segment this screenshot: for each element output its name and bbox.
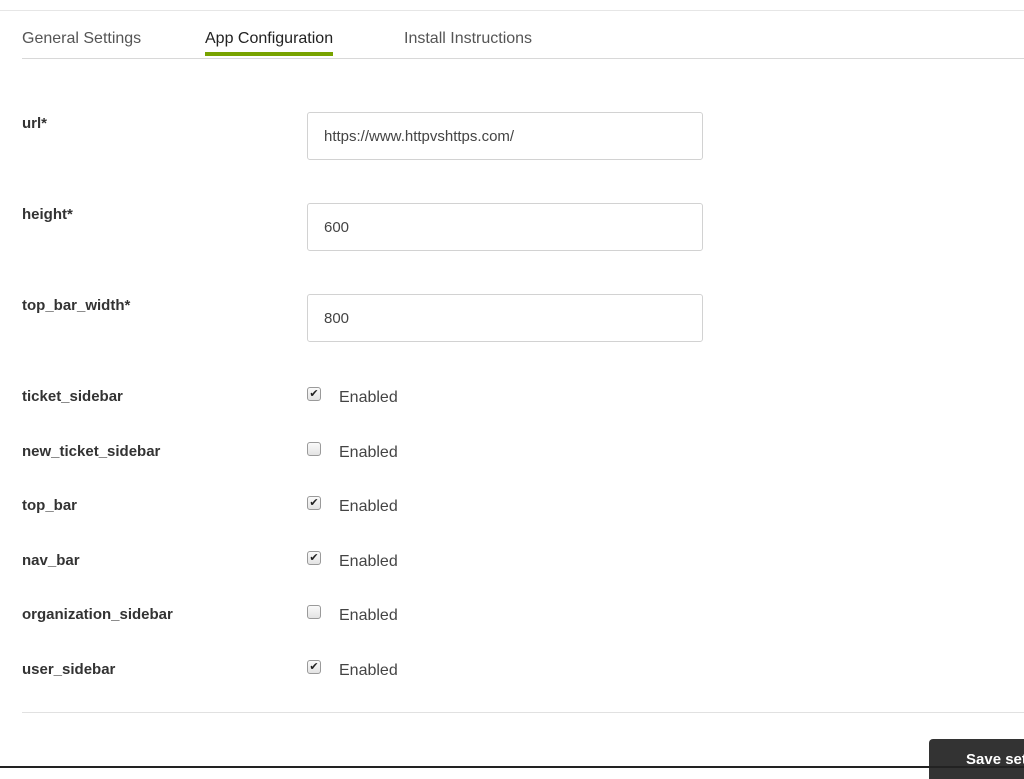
top-bar-width-label: top_bar_width* — [22, 297, 131, 314]
height-label: height* — [22, 206, 73, 223]
new-ticket-sidebar-label: new_ticket_sidebar — [22, 443, 161, 460]
url-label: url* — [22, 115, 48, 132]
tab-bar: General Settings App Configuration Insta… — [22, 0, 1024, 59]
height-input[interactable] — [307, 203, 703, 251]
nav-bar-checkbox[interactable]: ✔ — [307, 551, 321, 565]
tab-app-configuration[interactable]: App Configuration — [205, 30, 334, 56]
user-sidebar-label: user_sidebar — [22, 661, 116, 678]
bottom-divider — [22, 712, 1024, 713]
checkmark-icon: ✔ — [309, 497, 319, 509]
organization-sidebar-enabled-text: Enabled — [339, 607, 398, 624]
organization-sidebar-label: organization_sidebar — [22, 606, 173, 623]
tab-general-settings[interactable]: General Settings — [22, 30, 141, 48]
ticket-sidebar-enabled-text: Enabled — [339, 389, 398, 406]
checkmark-icon: ✔ — [309, 661, 319, 673]
top-bar-width-input[interactable] — [307, 294, 703, 342]
top-bar-label: top_bar — [22, 497, 78, 514]
ticket-sidebar-label: ticket_sidebar — [22, 388, 123, 405]
user-sidebar-enabled-text: Enabled — [339, 662, 398, 679]
new-ticket-sidebar-enabled-text: Enabled — [339, 444, 398, 461]
organization-sidebar-checkbox[interactable] — [307, 605, 321, 619]
user-sidebar-checkbox[interactable]: ✔ — [307, 660, 321, 674]
checkmark-icon: ✔ — [309, 388, 319, 400]
checkmark-icon: ✔ — [309, 552, 319, 564]
top-bar-enabled-text: Enabled — [339, 498, 398, 515]
new-ticket-sidebar-checkbox[interactable] — [307, 442, 321, 456]
save-settings-button[interactable]: Save settings — [929, 739, 1024, 779]
tab-install-instructions[interactable]: Install Instructions — [404, 30, 532, 48]
ticket-sidebar-checkbox[interactable]: ✔ — [307, 387, 321, 401]
nav-bar-label: nav_bar — [22, 552, 80, 569]
url-input[interactable] — [307, 112, 703, 160]
top-bar-checkbox[interactable]: ✔ — [307, 496, 321, 510]
nav-bar-enabled-text: Enabled — [339, 553, 398, 570]
